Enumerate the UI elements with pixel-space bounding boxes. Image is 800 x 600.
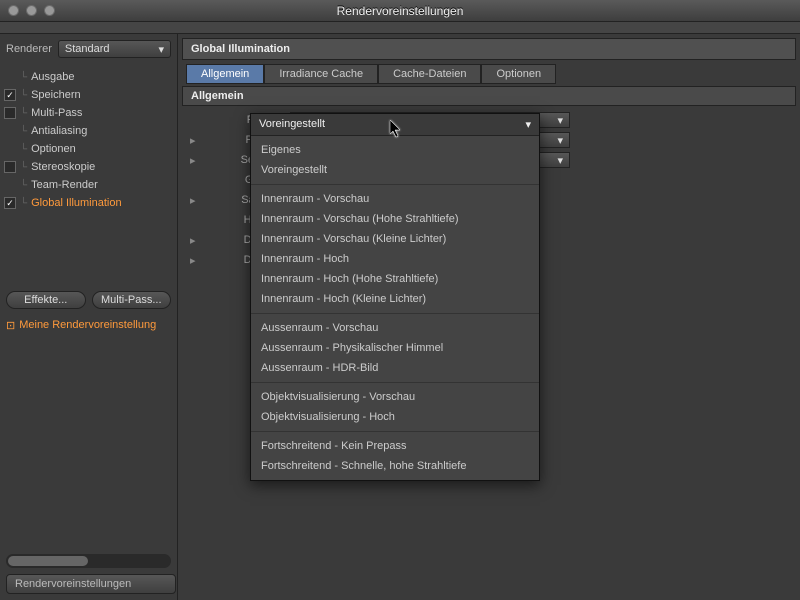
checkbox[interactable] xyxy=(4,161,16,173)
menu-item[interactable]: Innenraum - Hoch (Hohe Strahltiefe) xyxy=(251,269,539,289)
titlebar: Rendervoreinstellungen xyxy=(0,0,800,22)
chevron-down-icon: ▾ xyxy=(557,114,563,127)
sidebar-item-label: Antialiasing xyxy=(31,125,87,137)
tree-branch-icon: └ xyxy=(20,126,27,137)
menu-item[interactable]: Fortschreitend - Kein Prepass xyxy=(251,436,539,456)
custom-preset-label: Meine Rendervoreinstellung xyxy=(19,319,156,331)
sidebar-item-0[interactable]: └ Ausgabe xyxy=(0,68,177,86)
menu-item[interactable]: Innenraum - Vorschau xyxy=(251,189,539,209)
panel-title: Global Illumination xyxy=(182,38,796,60)
render-tree: └ Ausgabe ✓ └ Speichern └ Multi-Pass └ Antialias… xyxy=(0,64,177,285)
sidebar-item-label: Stereoskopie xyxy=(31,161,95,173)
custom-preset-row[interactable]: ⊡ Meine Rendervoreinstellung xyxy=(0,315,177,336)
menu-item[interactable]: Aussenraum - Physikalischer Himmel xyxy=(251,338,539,358)
menu-group-2: Aussenraum - VorschauAussenraum - Physik… xyxy=(251,314,539,383)
menu-group-0: EigenesVoreingestellt xyxy=(251,136,539,185)
sidebar-item-label: Ausgabe xyxy=(31,71,74,83)
tab-0[interactable]: Allgemein xyxy=(186,64,264,84)
checkbox[interactable]: ✓ xyxy=(4,197,16,209)
sidebar-item-1[interactable]: ✓ └ Speichern xyxy=(0,86,177,104)
chevron-down-icon: ▾ xyxy=(158,43,164,56)
preset-icon: ⊡ xyxy=(6,319,15,332)
sidebar-item-4[interactable]: └ Optionen xyxy=(0,140,177,158)
tree-branch-icon: └ xyxy=(20,90,27,101)
horizontal-scrollbar[interactable] xyxy=(6,554,171,568)
tab-bar: AllgemeinIrradiance CacheCache-DateienOp… xyxy=(182,60,796,84)
tree-branch-icon: └ xyxy=(20,180,27,191)
menu-item[interactable]: Aussenraum - Vorschau xyxy=(251,318,539,338)
bottom-tab[interactable]: Rendervoreinstellungen xyxy=(6,574,176,594)
presets-dropdown-menu: Voreingestellt ▾ EigenesVoreingestelltIn… xyxy=(250,113,540,481)
menu-item[interactable]: Innenraum - Vorschau (Kleine Lichter) xyxy=(251,229,539,249)
sidebar-item-7[interactable]: ✓ └ Global Illumination xyxy=(0,194,177,212)
chevron-down-icon: ▾ xyxy=(525,118,531,131)
scrollbar-thumb[interactable] xyxy=(8,556,88,566)
mouse-cursor-icon xyxy=(390,120,404,141)
sidebar-item-label: Optionen xyxy=(31,143,76,155)
tree-branch-icon: └ xyxy=(20,198,27,209)
sidebar-item-label: Team-Render xyxy=(31,179,98,191)
sidebar-item-label: Multi-Pass xyxy=(31,107,82,119)
tree-branch-icon: └ xyxy=(20,72,27,83)
disclosure-triangle-icon[interactable]: ▸ xyxy=(190,134,198,147)
window-title: Rendervoreinstellungen xyxy=(0,4,800,18)
menu-item[interactable]: Innenraum - Hoch xyxy=(251,249,539,269)
tree-branch-icon: └ xyxy=(20,162,27,173)
sidebar-item-3[interactable]: └ Antialiasing xyxy=(0,122,177,140)
tab-1[interactable]: Irradiance Cache xyxy=(264,64,378,84)
chevron-down-icon: ▾ xyxy=(557,134,563,147)
sidebar-item-5[interactable]: └ Stereoskopie xyxy=(0,158,177,176)
tab-3[interactable]: Optionen xyxy=(481,64,556,84)
menu-group-4: Fortschreitend - Kein PrepassFortschreit… xyxy=(251,432,539,480)
renderer-label: Renderer xyxy=(6,43,52,55)
menu-item[interactable]: Aussenraum - HDR-Bild xyxy=(251,358,539,378)
section-header: Allgemein xyxy=(182,86,796,106)
checkbox[interactable]: ✓ xyxy=(4,89,16,101)
tree-branch-icon: └ xyxy=(20,108,27,119)
sidebar-item-2[interactable]: └ Multi-Pass xyxy=(0,104,177,122)
tree-branch-icon: └ xyxy=(20,144,27,155)
disclosure-triangle-icon[interactable]: ▸ xyxy=(190,154,198,167)
tab-2[interactable]: Cache-Dateien xyxy=(378,64,481,84)
menu-item[interactable]: Innenraum - Hoch (Kleine Lichter) xyxy=(251,289,539,309)
toolbar-strip xyxy=(0,22,800,34)
checkbox[interactable] xyxy=(4,107,16,119)
chevron-down-icon: ▾ xyxy=(557,154,563,167)
disclosure-triangle-icon[interactable]: ▸ xyxy=(190,194,198,207)
dropdown-selected-label: Voreingestellt xyxy=(259,118,325,131)
menu-group-1: Innenraum - VorschauInnenraum - Vorschau… xyxy=(251,185,539,314)
menu-item[interactable]: Fortschreitend - Schnelle, hohe Strahlti… xyxy=(251,456,539,476)
sidebar-item-6[interactable]: └ Team-Render xyxy=(0,176,177,194)
menu-item[interactable]: Objektvisualisierung - Hoch xyxy=(251,407,539,427)
menu-item[interactable]: Objektvisualisierung - Vorschau xyxy=(251,387,539,407)
disclosure-triangle-icon[interactable]: ▸ xyxy=(190,254,198,267)
menu-group-3: Objektvisualisierung - VorschauObjektvis… xyxy=(251,383,539,432)
disclosure-triangle-icon[interactable]: ▸ xyxy=(190,234,198,247)
multipass-button[interactable]: Multi-Pass... xyxy=(92,291,172,309)
sidebar-item-label: Global Illumination xyxy=(31,197,122,209)
renderer-dropdown[interactable]: Standard ▾ xyxy=(58,40,171,58)
sidebar-item-label: Speichern xyxy=(31,89,81,101)
sidebar: Renderer Standard ▾ └Ausgabe✓└Speichern└… xyxy=(0,34,178,600)
menu-item[interactable]: Innenraum - Vorschau (Hohe Strahltiefe) xyxy=(251,209,539,229)
effects-button[interactable]: Effekte... xyxy=(6,291,86,309)
menu-item[interactable]: Voreingestellt xyxy=(251,160,539,180)
menu-item[interactable]: Eigenes xyxy=(251,140,539,160)
renderer-value: Standard xyxy=(65,43,110,55)
